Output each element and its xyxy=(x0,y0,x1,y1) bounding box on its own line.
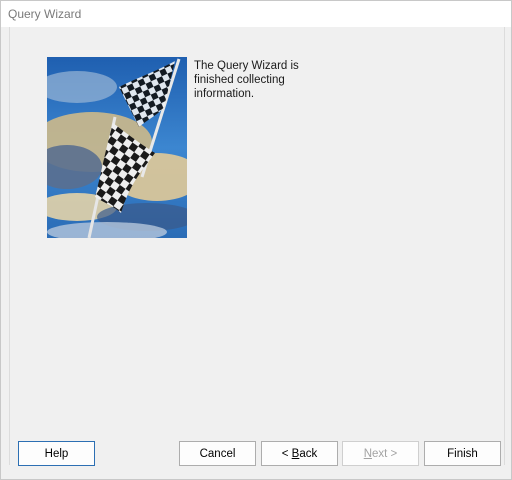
next-button[interactable]: Next > xyxy=(342,441,419,466)
back-button-label: < Back xyxy=(282,448,318,460)
help-button[interactable]: Help xyxy=(18,441,95,466)
title-bar: Query Wizard xyxy=(1,1,511,27)
completion-message: The Query Wizard is finished collecting … xyxy=(194,60,299,100)
query-wizard-window: Query Wizard The Query Wizard is finishe… xyxy=(0,0,512,480)
window-title: Query Wizard xyxy=(8,7,82,21)
finish-button-label: Finish xyxy=(447,447,478,460)
cancel-button-label: Cancel xyxy=(199,447,236,460)
next-rest: ext > xyxy=(372,447,398,460)
help-button-label: Help xyxy=(44,447,69,460)
next-mnemonic: N xyxy=(363,447,373,460)
cancel-button[interactable]: Cancel xyxy=(179,441,256,466)
back-button[interactable]: < Back xyxy=(261,441,338,466)
next-button-label: Next > xyxy=(364,448,398,460)
finish-button[interactable]: Finish xyxy=(424,441,501,466)
back-prefix: < xyxy=(281,447,292,460)
checkered-flag-icon xyxy=(47,57,187,238)
back-rest: ack xyxy=(299,447,318,460)
